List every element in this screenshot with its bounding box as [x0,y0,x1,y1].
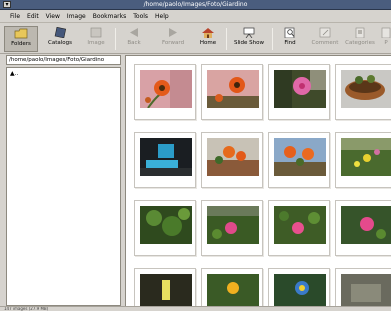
thumbnail[interactable] [335,64,391,120]
thumbnail[interactable] [268,132,330,188]
thumbnail[interactable] [335,268,391,306]
toolbar-separator [272,28,273,50]
home-button[interactable]: Home [195,26,221,52]
thumbnail[interactable] [268,64,330,120]
toolbar-separator [115,28,116,50]
photo-blue-yellow-flower [274,274,326,306]
back-label: Back [127,40,141,46]
menu-bar: File Edit View Image Bookmarks Tools Hel… [0,11,391,23]
photo-pink-flower-leaves-2 [274,206,326,244]
title-bar: ▾ /home/paolo/Images/Foto/Giardino [0,0,391,10]
slideshow-button[interactable]: Slide Show [231,26,267,52]
photo-plant-pot [341,70,391,108]
thumbnail[interactable] [134,132,196,188]
photo-blue-screen [140,138,192,176]
menu-view[interactable]: View [46,13,60,20]
forward-button[interactable]: Forward [157,26,189,52]
thumbnail[interactable] [201,268,263,306]
comment-label: Comment [311,40,339,46]
image-button[interactable]: Image [82,26,110,52]
photo-orange-flowers-sky [274,138,326,176]
thumbnail[interactable] [134,64,196,120]
thumbnail[interactable] [134,200,196,256]
location-entry[interactable]: /home/paolo/Images/Foto/Giardino [6,55,121,65]
properties-button[interactable]: P [381,26,391,52]
home-label: Home [199,40,217,46]
home-icon [202,28,214,38]
thumbnail[interactable] [335,200,391,256]
photo-yellow-flower [207,274,259,306]
toolbar: Folders Catalogs Image Back Forward Home [0,24,391,54]
photo-orange-flower-pink [140,70,192,108]
categories-icon [355,27,365,38]
thumbnail[interactable] [201,132,263,188]
find-label: Find [284,40,296,46]
photo-pink-flower-leaves-1 [207,206,259,244]
photo-pink-flower-leaves-3 [341,206,391,244]
thumbnail-grid [125,55,391,306]
menu-edit[interactable]: Edit [27,13,39,20]
thumbnail[interactable] [335,132,391,188]
menu-help[interactable]: Help [155,13,169,20]
photo-yellow-flowers-green [341,138,391,176]
properties-icon [381,27,391,38]
photo-green-foliage [140,206,192,244]
parent-folder-label: .. [14,70,19,77]
photo-orange-flower-pink-2 [207,70,259,108]
window-title: /home/paolo/Images/Foto/Giardino [143,1,248,8]
find-button[interactable]: Find [278,26,302,52]
thumbnail[interactable] [134,268,196,306]
slideshow-label: Slide Show [233,40,264,46]
parent-folder-item[interactable]: ▲.. [10,70,18,77]
photo-garden-misc [341,274,391,306]
catalogs-label: Catalogs [48,40,72,46]
menu-file[interactable]: File [10,13,20,20]
back-button[interactable]: Back [121,26,147,52]
slideshow-icon [243,27,255,38]
categories-label: Categories [345,40,375,46]
image-icon [90,27,102,38]
folder-tree-pane: ▲.. [6,67,121,306]
photo-orange-flower-balcony [207,138,259,176]
folder-icon [14,28,28,39]
status-bar: 147 images (27.9 MB) [0,306,391,311]
forward-label: Forward [161,40,185,46]
folders-label: Folders [11,41,31,47]
find-icon [284,27,295,38]
back-arrow-icon [130,28,138,37]
photo-yellow-light [140,274,192,306]
image-label: Image [87,40,105,46]
photo-pink-flower-dark [274,70,326,108]
forward-arrow-icon [169,28,177,37]
toolbar-separator [226,28,227,50]
categories-button[interactable]: Categories [343,26,377,52]
comment-icon [319,27,331,38]
menu-image[interactable]: Image [67,13,86,20]
thumbnail[interactable] [268,200,330,256]
thumbnail[interactable] [201,64,263,120]
properties-label: P [384,40,388,46]
menu-tools[interactable]: Tools [133,13,148,20]
menu-bookmarks[interactable]: Bookmarks [93,13,127,20]
thumbnail[interactable] [201,200,263,256]
catalog-icon [54,27,67,38]
thumbnail[interactable] [268,268,330,306]
comment-button[interactable]: Comment [310,26,340,52]
catalogs-button[interactable]: Catalogs [42,26,78,52]
folders-button[interactable]: Folders [4,26,38,52]
